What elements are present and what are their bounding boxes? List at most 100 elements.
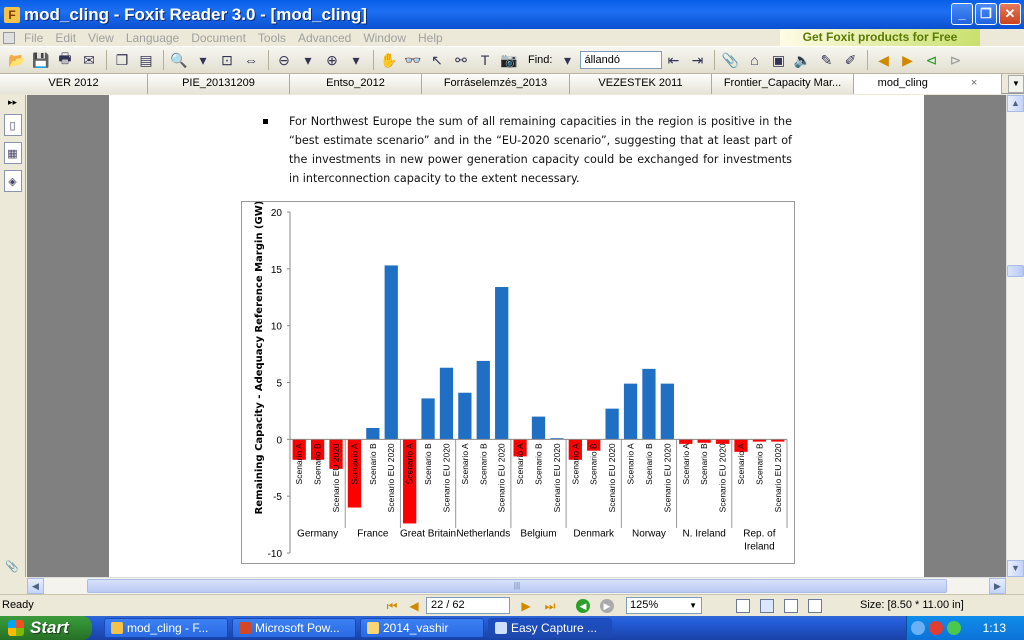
menu-window[interactable]: Window <box>357 31 412 45</box>
attachments-panel-icon[interactable]: 📎 <box>3 555 21 577</box>
document-icon[interactable] <box>3 31 15 44</box>
continuous-facing-icon[interactable] <box>808 599 822 613</box>
zoom-in-icon[interactable]: 🔍 <box>168 49 190 71</box>
single-page-icon[interactable] <box>736 599 750 613</box>
print-icon[interactable]: 🖶 <box>54 49 76 71</box>
task-label: mod_cling - F... <box>127 621 209 635</box>
find-options-icon[interactable]: ▾ <box>556 49 578 71</box>
menu-help[interactable]: Help <box>412 31 449 45</box>
tab-mod-cling[interactable]: mod_cling × <box>854 74 1002 94</box>
task-powerpoint[interactable]: Microsoft Pow... <box>232 618 356 638</box>
dropdown-icon[interactable]: ▾ <box>345 49 367 71</box>
start-button[interactable]: Start <box>0 616 92 640</box>
zoom-dropdown-icon[interactable]: ▼ <box>689 598 697 613</box>
expand-panel-icon[interactable]: ▸▸ <box>0 97 25 108</box>
tab-forraselemzes-2013[interactable]: Forráselemzés_2013 <box>422 74 570 94</box>
menu-language[interactable]: Language <box>120 31 185 45</box>
network-icon[interactable] <box>911 621 925 635</box>
horizontal-scroll-thumb[interactable]: ||| <box>87 579 947 593</box>
promo-banner[interactable]: Get Foxit products for Free <box>780 29 980 46</box>
home-icon[interactable]: ⌂ <box>743 49 765 71</box>
y-tick-label: 5 <box>276 379 282 390</box>
scroll-right-icon[interactable]: ▶ <box>989 578 1006 594</box>
glasses-icon[interactable]: 👓 <box>402 49 424 71</box>
attachment-icon[interactable]: 📎 <box>719 49 741 71</box>
continuous-page-icon[interactable] <box>760 599 774 613</box>
task-foxit[interactable]: mod_cling - F... <box>104 618 228 638</box>
tab-pie-20131209[interactable]: PIE_20131209 <box>148 74 290 94</box>
vertical-scrollbar[interactable]: ▲ ▼ <box>1006 95 1024 577</box>
security-icon[interactable] <box>929 621 943 635</box>
text-select-icon[interactable]: T <box>474 49 496 71</box>
facing-pages-icon[interactable] <box>784 599 798 613</box>
task-folder[interactable]: 2014_vashir <box>360 618 484 638</box>
find-next-icon[interactable]: ⇥ <box>686 49 708 71</box>
maximize-button[interactable]: ❐ <box>975 3 997 25</box>
menu-tools[interactable]: Tools <box>252 31 292 45</box>
menu-edit[interactable]: Edit <box>49 31 82 45</box>
tab-entso-2012[interactable]: Entso_2012 <box>290 74 422 94</box>
go-forward-icon[interactable]: ▶ <box>600 599 614 613</box>
bookmarks-icon[interactable]: ▯ <box>3 114 22 136</box>
scroll-left-icon[interactable]: ◀ <box>27 578 44 594</box>
tab-close-icon[interactable]: × <box>971 74 977 93</box>
hand-tool-icon[interactable]: ✋ <box>378 49 400 71</box>
save-icon[interactable]: 💾 <box>30 49 52 71</box>
forward-icon[interactable]: ⊳ <box>944 49 966 71</box>
vertical-scroll-thumb[interactable] <box>1007 265 1024 277</box>
layers-icon[interactable]: ◈ <box>3 170 22 192</box>
update-icon[interactable] <box>947 621 961 635</box>
next-page-icon[interactable]: ▶ <box>518 598 534 614</box>
fit-page-icon[interactable]: ⊡ <box>216 49 238 71</box>
go-back-icon[interactable]: ◀ <box>576 599 590 613</box>
toolbar-separator <box>268 50 269 70</box>
find-input[interactable] <box>580 51 663 69</box>
menu-advanced[interactable]: Advanced <box>292 31 357 45</box>
menu-view[interactable]: View <box>82 31 120 45</box>
dropdown-icon[interactable]: ▾ <box>297 49 319 71</box>
snapshot-icon[interactable]: 📷 <box>498 49 520 71</box>
bar-category-label: Scenario EU 2020 <box>607 443 617 512</box>
previous-page-icon[interactable]: ◀ <box>406 598 422 614</box>
bar-category-label: Scenario A <box>736 443 746 484</box>
zoom-out-icon[interactable]: ⊖ <box>273 49 295 71</box>
find-previous-icon[interactable]: ⇤ <box>662 49 684 71</box>
document-view[interactable]: For Northwest Europe the sum of all rema… <box>27 95 1006 577</box>
copy-icon[interactable]: ❐ <box>111 49 133 71</box>
select-arrow-icon[interactable]: ↖ <box>426 49 448 71</box>
tab-ver-2012[interactable]: VER 2012 <box>0 74 148 94</box>
chart-bar <box>458 392 472 440</box>
zoom-in-plus-icon[interactable]: ⊕ <box>321 49 343 71</box>
title-bar[interactable]: F mod_cling - Foxit Reader 3.0 - [mod_cl… <box>0 0 1024 29</box>
binoculars-icon[interactable]: ⚯ <box>450 49 472 71</box>
scroll-up-icon[interactable]: ▲ <box>1007 95 1024 112</box>
tab-vezestek-2011[interactable]: VEZESTEK 2011 <box>570 74 712 94</box>
first-page-icon[interactable]: ⏮ <box>384 598 400 614</box>
chart-bar <box>715 439 730 444</box>
task-easy-capture[interactable]: Easy Capture ... <box>488 618 612 638</box>
horizontal-scrollbar[interactable]: ◀ ||| ▶ <box>27 577 1006 594</box>
image-icon[interactable]: ▣ <box>767 49 789 71</box>
pencil-icon[interactable]: ✐ <box>839 49 861 71</box>
tab-frontier-capacity[interactable]: Frontier_Capacity Mar... <box>712 74 854 94</box>
scroll-down-icon[interactable]: ▼ <box>1007 560 1024 577</box>
back-icon[interactable]: ⊲ <box>920 49 942 71</box>
fit-width-icon[interactable]: ⇔ <box>240 49 262 71</box>
audio-icon[interactable]: 🔈 <box>791 49 813 71</box>
menu-file[interactable]: File <box>18 31 49 45</box>
paste-icon[interactable]: ▤ <box>135 49 157 71</box>
last-page-icon[interactable]: ⏭ <box>542 598 558 614</box>
page-number-input[interactable]: 22 / 62 <box>426 597 510 614</box>
next-view-icon[interactable]: ▶ <box>896 49 918 71</box>
page-thumbnails-icon[interactable]: ▦ <box>3 142 22 164</box>
dropdown-icon[interactable]: ▾ <box>192 49 214 71</box>
open-folder-icon[interactable]: 📂 <box>6 49 28 71</box>
email-icon[interactable]: ✉ <box>78 49 100 71</box>
tab-list-dropdown-icon[interactable]: ▼ <box>1008 75 1024 93</box>
signature-icon[interactable]: ✎ <box>815 49 837 71</box>
previous-view-icon[interactable]: ◀ <box>872 49 894 71</box>
close-button[interactable]: ✕ <box>999 3 1021 25</box>
zoom-select[interactable]: 125% ▼ <box>626 597 702 614</box>
minimize-button[interactable]: _ <box>951 3 973 25</box>
menu-document[interactable]: Document <box>185 31 252 45</box>
